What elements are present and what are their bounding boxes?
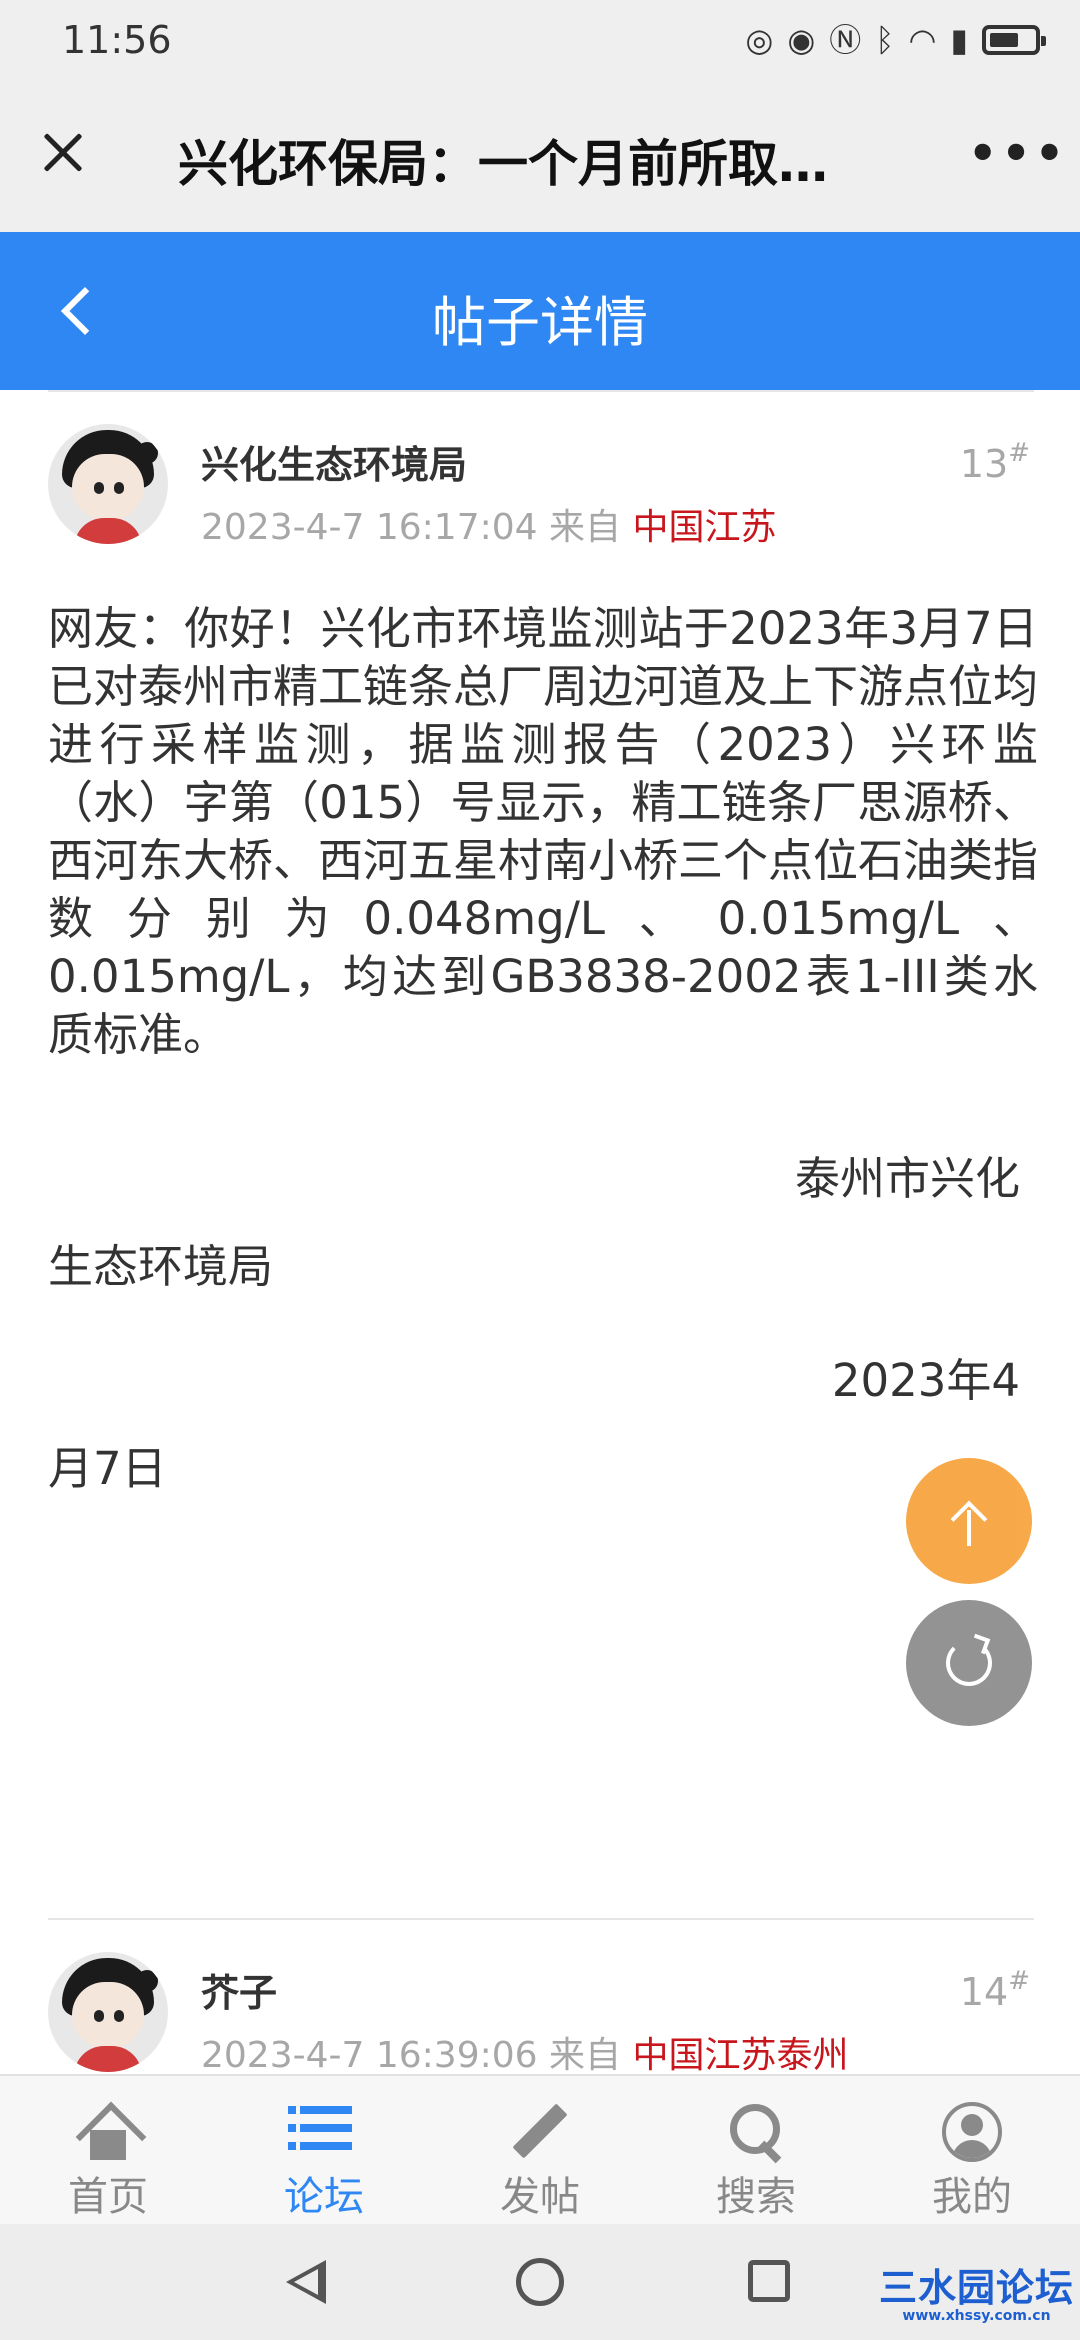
tab-profile[interactable]: 我的: [864, 2076, 1080, 2224]
bottom-tab-bar: 首页 论坛 发帖 搜索 我的: [0, 2074, 1080, 2224]
floor-number: 14#: [959, 1966, 1030, 2014]
more-options-button[interactable]: •••: [968, 128, 1064, 178]
watermark: 三水园论坛 www.xhssy.com.cn: [879, 2268, 1074, 2324]
nav-home-icon[interactable]: [516, 2258, 564, 2306]
tab-post[interactable]: 发帖: [432, 2076, 648, 2224]
tab-label: 搜索: [716, 2174, 796, 2220]
nav-recents-icon[interactable]: [748, 2260, 790, 2302]
tab-label: 论坛: [284, 2174, 364, 2220]
refresh-button[interactable]: [906, 1600, 1032, 1726]
battery-icon: [982, 25, 1046, 55]
divider: [48, 390, 1034, 392]
floor-number: 13#: [959, 438, 1030, 486]
tab-search[interactable]: 搜索: [648, 2076, 864, 2224]
page-title: 兴化环保局：一个月前所取…: [178, 135, 828, 193]
nav-back-icon[interactable]: [286, 2260, 330, 2304]
post-date-line1: 2023年4: [831, 1354, 1020, 1407]
status-icons: ◎ ◉ Ⓝ ᛒ ◠ ▮: [745, 21, 1046, 59]
scroll-top-button[interactable]: [906, 1458, 1032, 1584]
tab-forum[interactable]: 论坛: [216, 2076, 432, 2224]
eye-icon: ◉: [787, 21, 816, 59]
post-location: 中国江苏: [632, 507, 777, 548]
hd-call-icon: ◎: [745, 21, 774, 59]
wifi-icon: ◠: [908, 21, 937, 59]
header-title: 帖子详情: [432, 291, 648, 354]
tab-label: 我的: [932, 2174, 1012, 2220]
webview-title-bar: 兴化环保局：一个月前所取… •••: [0, 80, 1080, 232]
post-body: 网友：你好！兴化市环境监测站于2023年3月7日已对泰州市精工链条总厂周边河道及…: [48, 602, 1039, 1061]
tab-label: 首页: [68, 2174, 148, 2220]
post-datetime: 2023-4-7 16:39:06: [201, 2035, 538, 2076]
post-meta: 2023-4-7 16:17:04 来自 中国江苏: [201, 498, 776, 550]
watermark-main: 三水园论坛: [878, 2266, 1074, 2310]
post-header: 兴化生态环境局 2023-4-7 16:17:04 来自 中国江苏 13#: [48, 424, 1034, 554]
search-icon: [726, 2102, 786, 2162]
post-datetime: 2023-4-7 16:17:04: [201, 507, 538, 548]
list-icon: [288, 2106, 352, 2160]
tab-home[interactable]: 首页: [0, 2076, 216, 2224]
watermark-sub: www.xhssy.com.cn: [902, 2308, 1051, 2324]
avatar[interactable]: [48, 424, 168, 544]
from-label: 来自: [549, 2035, 622, 2076]
nfc-icon: Ⓝ: [829, 21, 862, 59]
tab-label: 发帖: [500, 2174, 580, 2220]
system-nav-bar: 三水园论坛 www.xhssy.com.cn: [0, 2224, 1080, 2340]
avatar[interactable]: [48, 1952, 168, 2072]
post-date-line2: 月7日: [48, 1442, 167, 1495]
post-content: 网友：你好！兴化市环境监测站于2023年3月7日已对泰州市精工链条总厂周边河道及…: [48, 600, 1038, 1498]
close-icon[interactable]: [30, 120, 96, 186]
status-time: 11:56: [62, 18, 172, 62]
divider: [48, 1918, 1034, 1920]
from-label: 来自: [549, 507, 622, 548]
post-signature-line1: 泰州市兴化: [794, 1152, 1020, 1205]
post-username[interactable]: 芥子: [201, 1962, 277, 2017]
status-bar: 11:56 ◎ ◉ Ⓝ ᛒ ◠ ▮: [0, 0, 1080, 80]
bluetooth-icon: ᛒ: [875, 21, 895, 59]
post-header: 芥子 2023-4-7 16:39:06 来自 中国江苏泰州 14#: [48, 1952, 1034, 2082]
pencil-icon: [510, 2102, 570, 2162]
app-header: 帖子详情: [0, 232, 1080, 390]
post-signature-line2: 生态环境局: [48, 1240, 274, 1293]
post-location: 中国江苏泰州: [632, 2035, 849, 2076]
signal-icon: ▮: [950, 21, 968, 59]
post-meta: 2023-4-7 16:39:06 来自 中国江苏泰州: [201, 2026, 848, 2078]
profile-icon: [942, 2102, 1002, 2162]
post-username[interactable]: 兴化生态环境局: [201, 434, 467, 489]
home-icon: [78, 2102, 138, 2162]
